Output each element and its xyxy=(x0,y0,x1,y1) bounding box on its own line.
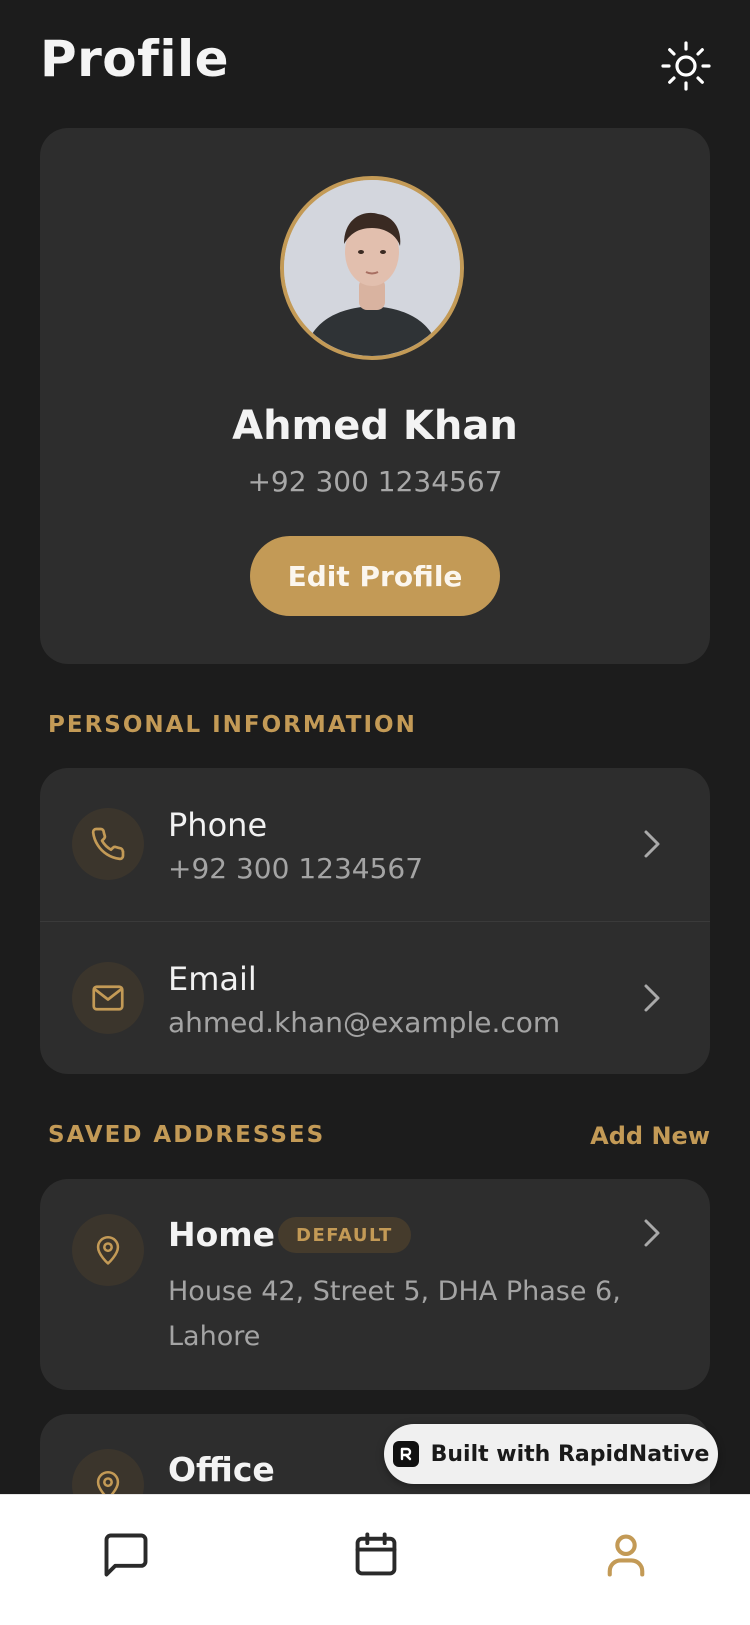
section-title-saved-addresses: SAVED ADDRESSES xyxy=(48,1122,326,1148)
sun-icon[interactable] xyxy=(660,40,712,92)
address-card-home[interactable]: Home DEFAULT House 42, Street 5, DHA Pha… xyxy=(40,1179,710,1390)
location-pin-icon xyxy=(72,1214,144,1286)
info-row-email[interactable]: Email ahmed.khan@example.com xyxy=(40,921,710,1074)
info-row-value: +92 300 1234567 xyxy=(168,852,424,885)
page-title: Profile xyxy=(40,30,230,88)
tab-profile[interactable] xyxy=(600,1529,652,1581)
profile-name: Ahmed Khan xyxy=(232,403,518,449)
section-title-personal-info: PERSONAL INFORMATION xyxy=(48,712,417,738)
address-label: Home xyxy=(168,1215,276,1254)
header: Profile xyxy=(0,0,750,128)
info-row-value: ahmed.khan@example.com xyxy=(168,1006,561,1039)
info-row-label: Phone xyxy=(168,806,268,844)
info-row-label: Email xyxy=(168,960,257,998)
tab-messages[interactable] xyxy=(100,1529,152,1581)
edit-profile-button[interactable]: Edit Profile xyxy=(250,536,500,616)
chevron-right-icon xyxy=(640,826,664,862)
profile-phone: +92 300 1234567 xyxy=(247,465,503,498)
rapidnative-badge[interactable]: Built with RapidNative xyxy=(384,1424,718,1484)
bottom-tab-bar xyxy=(0,1494,750,1625)
add-new-address-link[interactable]: Add New xyxy=(590,1122,710,1150)
default-badge: DEFAULT xyxy=(278,1217,411,1253)
mail-icon xyxy=(72,962,144,1034)
rapidnative-label: Built with RapidNative xyxy=(430,1441,710,1467)
phone-icon xyxy=(72,808,144,880)
tab-calendar[interactable] xyxy=(350,1529,402,1581)
chat-icon xyxy=(104,1533,148,1577)
personal-info-card: Phone +92 300 1234567 Email ahmed.khan@e… xyxy=(40,768,710,1074)
calendar-icon xyxy=(355,1532,397,1576)
address-label: Office xyxy=(168,1450,275,1489)
chevron-right-icon xyxy=(640,980,664,1016)
user-icon xyxy=(607,1534,645,1577)
avatar[interactable] xyxy=(280,176,464,360)
info-row-phone[interactable]: Phone +92 300 1234567 xyxy=(40,768,710,921)
chevron-right-icon xyxy=(640,1215,664,1251)
rapidnative-logo-icon xyxy=(392,1441,419,1467)
profile-card: Ahmed Khan +92 300 1234567 Edit Profile xyxy=(40,128,710,664)
address-text: House 42, Street 5, DHA Phase 6, Lahore xyxy=(168,1276,621,1352)
